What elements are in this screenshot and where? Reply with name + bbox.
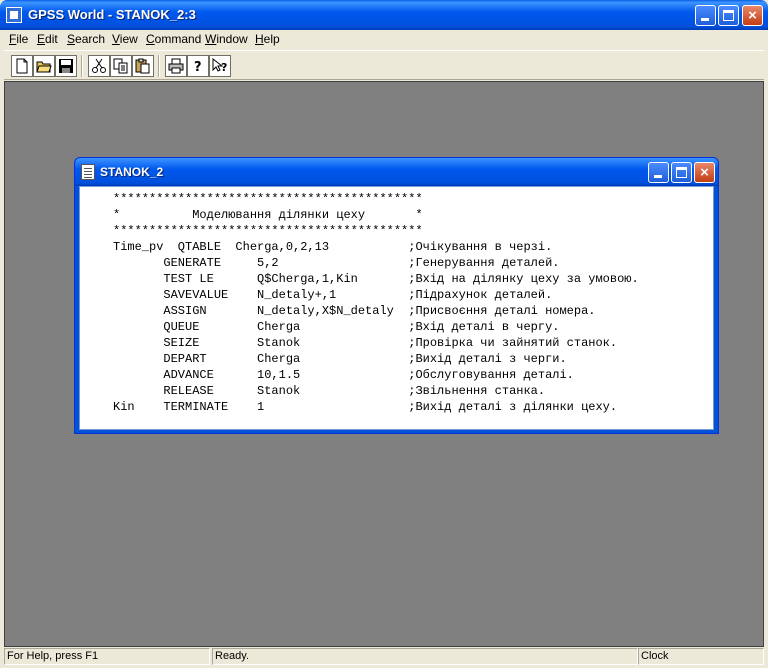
cut-icon bbox=[92, 58, 106, 73]
menu-help[interactable]: Help bbox=[255, 32, 280, 46]
paste-button[interactable] bbox=[132, 55, 154, 77]
model-text-editor[interactable]: ****************************************… bbox=[79, 186, 714, 430]
main-title-bar[interactable]: GPSS World - STANOK_2:3 × bbox=[0, 0, 768, 30]
code-line: ****************************************… bbox=[113, 192, 423, 206]
code-line: ****************************************… bbox=[113, 224, 423, 238]
child-close-button[interactable]: × bbox=[694, 162, 715, 183]
open-button[interactable] bbox=[33, 55, 55, 77]
close-button[interactable]: × bbox=[742, 5, 763, 26]
close-icon: × bbox=[748, 7, 757, 24]
menu-search[interactable]: Search bbox=[67, 32, 105, 46]
code-line: Kin TERMINATE 1 ;Вихід деталі з ділянки … bbox=[113, 400, 618, 414]
menu-edit[interactable]: Edit bbox=[37, 32, 58, 46]
child-maximize-button[interactable] bbox=[671, 162, 692, 183]
status-state-text: Ready. bbox=[212, 648, 638, 665]
close-icon: × bbox=[700, 164, 709, 181]
model-source-text[interactable]: ****************************************… bbox=[113, 191, 639, 415]
code-line: QUEUE Cherga ;Вхід деталі в чергу. bbox=[113, 320, 560, 334]
child-minimize-button[interactable] bbox=[648, 162, 669, 183]
status-bar: For Help, press F1 Ready. Clock bbox=[4, 648, 764, 666]
gpss-app-icon[interactable] bbox=[6, 7, 22, 23]
toolbar-separator bbox=[81, 55, 83, 77]
code-line: DEPART Cherga ;Вихід деталі з черги. bbox=[113, 352, 567, 366]
minimize-icon bbox=[654, 175, 662, 178]
status-help-text: For Help, press F1 bbox=[4, 648, 210, 665]
child-window-title: STANOK_2 bbox=[100, 165, 164, 179]
maximize-button[interactable] bbox=[718, 5, 739, 26]
maximize-icon bbox=[723, 10, 734, 21]
code-line: TEST LE Q$Cherga,1,Kin ;Вхід на ділянку … bbox=[113, 272, 639, 286]
maximize-icon bbox=[676, 167, 687, 178]
document-icon[interactable] bbox=[81, 164, 95, 180]
print-icon bbox=[168, 58, 184, 74]
menu-window[interactable]: Window bbox=[205, 32, 248, 46]
cut-button[interactable] bbox=[88, 55, 110, 77]
open-folder-icon bbox=[36, 61, 52, 73]
svg-text:?: ? bbox=[221, 61, 227, 74]
context-help-icon: ? bbox=[212, 58, 227, 74]
code-line: * Моделювання ділянки цеху * bbox=[113, 208, 423, 222]
code-line: SEIZE Stanok ;Провірка чи зайнятий стано… bbox=[113, 336, 618, 350]
context-help-button[interactable]: ? bbox=[209, 55, 231, 77]
toolbar: ? ? bbox=[4, 50, 764, 80]
help-button[interactable]: ? bbox=[187, 55, 209, 77]
toolbar-separator bbox=[158, 55, 160, 77]
code-line: ADVANCE 10,1.5 ;Обслуговування деталі. bbox=[113, 368, 574, 382]
save-button[interactable] bbox=[55, 55, 77, 77]
paste-icon bbox=[135, 58, 150, 74]
new-file-icon bbox=[16, 58, 28, 74]
minimize-icon bbox=[701, 18, 709, 21]
menu-view[interactable]: View bbox=[112, 32, 138, 46]
child-title-bar[interactable]: STANOK_2 × bbox=[75, 158, 718, 186]
code-line: SAVEVALUE N_detaly+,1 ;Підрахунок детале… bbox=[113, 288, 553, 302]
help-icon: ? bbox=[194, 60, 202, 74]
stanok-child-window: STANOK_2 × *****************************… bbox=[74, 157, 719, 434]
status-clock: Clock bbox=[638, 648, 764, 665]
main-window: GPSS World - STANOK_2:3 × File Edit Sear… bbox=[0, 0, 768, 668]
menu-command[interactable]: Command bbox=[146, 32, 201, 46]
copy-icon bbox=[113, 58, 128, 74]
save-icon bbox=[59, 59, 73, 73]
menu-bar: File Edit Search View Command Window Hel… bbox=[4, 30, 764, 49]
code-line: GENERATE 5,2 ;Генерування деталей. bbox=[113, 256, 560, 270]
code-line: Time_pv QTABLE Cherga,0,2,13 ;Очікування… bbox=[113, 240, 553, 254]
new-file-button[interactable] bbox=[11, 55, 33, 77]
svg-text:?: ? bbox=[194, 60, 202, 74]
code-line: RELEASE Stanok ;Звільнення станка. bbox=[113, 384, 546, 398]
print-button[interactable] bbox=[165, 55, 187, 77]
code-line: ASSIGN N_detaly,X$N_detaly ;Присвоєння д… bbox=[113, 304, 596, 318]
minimize-button[interactable] bbox=[695, 5, 716, 26]
copy-button[interactable] bbox=[110, 55, 132, 77]
window-title: GPSS World - STANOK_2:3 bbox=[28, 7, 196, 22]
menu-file[interactable]: File bbox=[9, 32, 28, 46]
